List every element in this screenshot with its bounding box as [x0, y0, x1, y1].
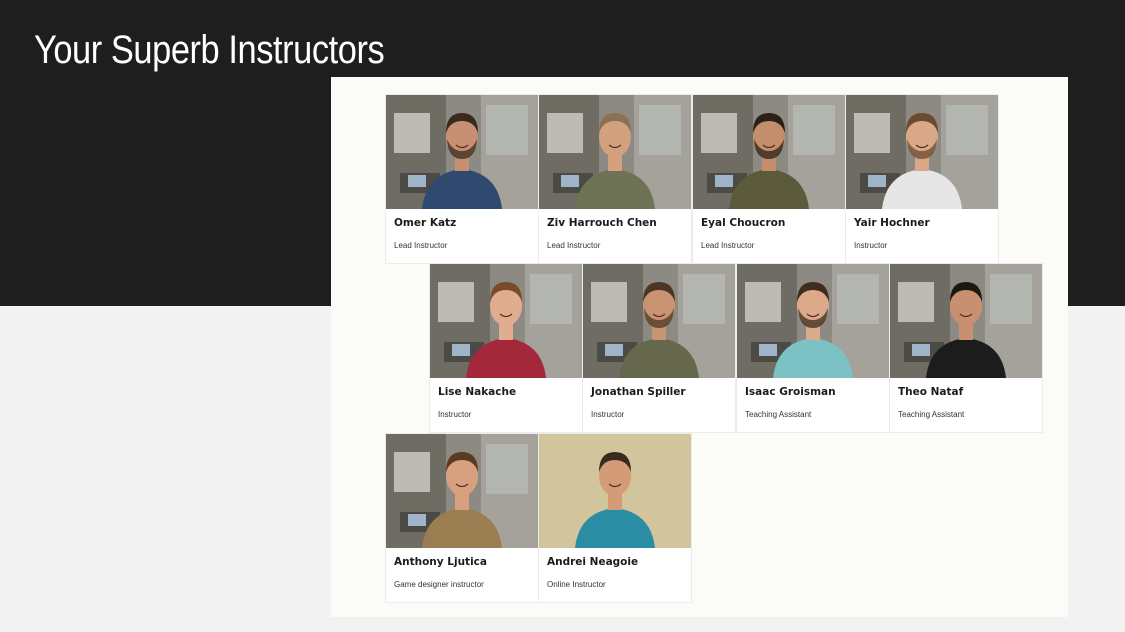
instructor-photo	[430, 264, 582, 378]
instructor-photo	[737, 264, 889, 378]
instructor-photo	[386, 434, 538, 548]
instructor-role: Lead Instructor	[394, 241, 448, 250]
instructor-name: Ziv Harrouch Chen	[547, 217, 657, 229]
instructor-card: Lise Nakache Instructor	[429, 263, 583, 433]
instructor-role: Instructor	[438, 410, 472, 419]
instructor-name: Theo Nataf	[898, 386, 964, 398]
instructor-name: Omer Katz	[394, 217, 457, 229]
instructor-role: Teaching Assistant	[745, 410, 812, 419]
instructor-role: Instructor	[591, 410, 625, 419]
instructor-photo	[693, 95, 845, 209]
instructor-name: Lise Nakache	[438, 386, 517, 398]
instructor-card: Jonathan Spiller Instructor	[582, 263, 736, 433]
instructor-role: Instructor	[854, 241, 888, 250]
instructor-card: Ziv Harrouch Chen Lead Instructor	[538, 94, 692, 264]
instructor-card: Anthony Ljutica Game designer instructor	[385, 433, 539, 603]
instructor-role: Lead Instructor	[547, 241, 601, 250]
instructor-role: Teaching Assistant	[898, 410, 965, 419]
instructor-role: Online Instructor	[547, 580, 606, 589]
instructors-panel: Omer Katz Lead Instructor Ziv Harrouch C…	[331, 77, 1068, 617]
instructor-card: Yair Hochner Instructor	[845, 94, 999, 264]
instructor-role: Lead Instructor	[701, 241, 755, 250]
instructor-card: Eyal Choucron Lead Instructor	[692, 94, 846, 264]
instructor-name: Yair Hochner	[854, 217, 930, 229]
instructor-name: Andrei Neagoie	[547, 556, 639, 568]
instructor-photo	[539, 95, 691, 209]
instructor-photo	[890, 264, 1042, 378]
instructor-photo	[583, 264, 735, 378]
instructor-card: Theo Nataf Teaching Assistant	[889, 263, 1043, 433]
instructor-photo	[386, 95, 538, 209]
instructor-card: Isaac Groisman Teaching Assistant	[736, 263, 890, 433]
instructor-photo	[846, 95, 998, 209]
instructor-name: Isaac Groisman	[745, 386, 836, 398]
instructor-card: Omer Katz Lead Instructor	[385, 94, 539, 264]
slide-title: Your Superb Instructors	[34, 28, 385, 72]
instructor-photo	[539, 434, 691, 548]
instructor-name: Jonathan Spiller	[591, 386, 686, 398]
instructor-card: Andrei Neagoie Online Instructor	[538, 433, 692, 603]
instructor-name: Eyal Choucron	[701, 217, 786, 229]
instructor-role: Game designer instructor	[394, 580, 484, 589]
instructor-name: Anthony Ljutica	[394, 556, 487, 568]
